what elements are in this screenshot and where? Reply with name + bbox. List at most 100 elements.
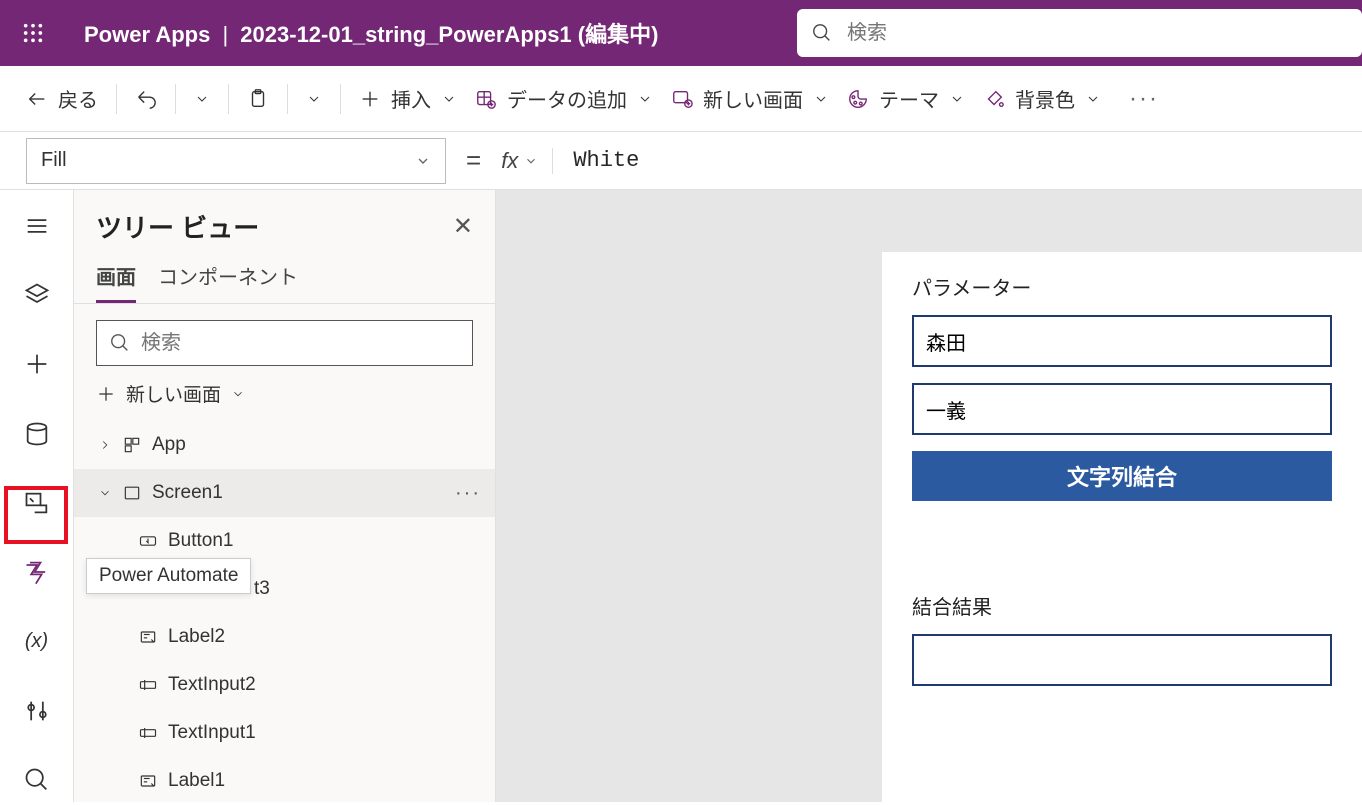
label-icon	[138, 627, 158, 647]
more-button[interactable]: ···	[1129, 85, 1159, 113]
divider	[116, 84, 117, 114]
tree-new-screen[interactable]: 新しい画面	[74, 366, 495, 421]
tree-item-label1[interactable]: Label1	[74, 757, 495, 805]
equals-label: =	[466, 145, 481, 176]
tree-item-label: Screen1	[152, 482, 223, 504]
concat-button[interactable]: 文字列結合	[912, 451, 1332, 501]
rail-hamburger[interactable]	[13, 204, 61, 247]
waffle-button[interactable]	[0, 0, 66, 66]
rail-power-automate[interactable]	[13, 551, 61, 594]
add-data-button[interactable]: データの追加	[475, 84, 653, 113]
bucket-icon	[983, 88, 1005, 110]
chevron-down-icon	[415, 153, 431, 169]
chevron-down-icon	[441, 91, 457, 107]
tree-item-screen1[interactable]: Screen1 ···	[74, 469, 495, 517]
search-icon	[23, 766, 51, 794]
divider	[287, 84, 288, 114]
sliders-icon	[23, 697, 51, 725]
theme-button[interactable]: テーマ	[847, 84, 965, 113]
title-separator: |	[222, 22, 228, 47]
canvas[interactable]: パラメーター 文字列結合 結合結果	[496, 190, 1362, 802]
divider	[228, 84, 229, 114]
textinput-icon	[138, 675, 158, 695]
flow-icon	[23, 558, 51, 586]
new-screen-label: 新しい画面	[126, 380, 221, 407]
bg-color-button[interactable]: 背景色	[983, 84, 1101, 113]
undo-dropdown[interactable]	[194, 91, 210, 107]
divider	[340, 84, 341, 114]
chevron-down-icon	[813, 91, 829, 107]
global-search[interactable]	[797, 9, 1362, 57]
property-value: Fill	[41, 149, 67, 172]
rail-settings[interactable]	[13, 689, 61, 732]
tab-components[interactable]: コンポーネント	[158, 261, 298, 303]
app-title: Power Apps | 2023-12-01_string_PowerApps…	[84, 17, 658, 49]
tree-item-textinput1[interactable]: TextInput1	[74, 709, 495, 757]
undo-icon	[135, 88, 157, 110]
property-select[interactable]: Fill	[26, 138, 446, 184]
back-button[interactable]: 戻る	[26, 84, 98, 113]
param-input-1[interactable]	[912, 315, 1332, 367]
formula-input[interactable]	[573, 148, 1336, 173]
variable-icon: (x)	[25, 630, 48, 653]
bg-color-label: 背景色	[1015, 84, 1075, 113]
form-card: パラメーター 文字列結合 結合結果	[882, 252, 1362, 802]
search-icon	[811, 22, 833, 44]
waffle-icon	[22, 22, 44, 44]
label-icon	[138, 771, 158, 791]
chevron-down-icon	[306, 91, 322, 107]
paste-button[interactable]	[247, 88, 269, 110]
tree-search[interactable]	[96, 320, 473, 366]
tab-screens[interactable]: 画面	[96, 261, 136, 303]
chevron-down-icon	[231, 387, 245, 401]
search-icon	[109, 332, 131, 354]
tree-title: ツリー ビュー	[96, 208, 259, 245]
palette-icon	[847, 88, 869, 110]
plus-icon	[359, 88, 381, 110]
paste-dropdown[interactable]	[306, 91, 322, 107]
tree-item-label: Label2	[168, 626, 225, 648]
table-plus-icon	[475, 88, 497, 110]
tree-item-label2[interactable]: Label2	[74, 613, 495, 661]
plus-icon	[23, 350, 51, 378]
tree-item-app[interactable]: App	[74, 421, 495, 469]
param-input-2[interactable]	[912, 383, 1332, 435]
tree-view-panel: ツリー ビュー ✕ 画面 コンポーネント 新しい画面 App Scre	[74, 190, 496, 802]
tree-item-label: Button1	[168, 530, 234, 552]
rail-insert[interactable]	[13, 343, 61, 386]
theme-label: テーマ	[879, 84, 939, 113]
rail-search[interactable]	[13, 759, 61, 802]
rail-highlight	[4, 486, 68, 544]
tree-item-label: TextInput2	[168, 674, 256, 696]
rail-data[interactable]	[13, 412, 61, 455]
hamburger-icon	[23, 212, 51, 240]
insert-button[interactable]: 挿入	[359, 84, 457, 113]
rail-variables[interactable]: (x)	[13, 620, 61, 663]
fx-button[interactable]: fx	[501, 148, 553, 174]
left-rail: (x)	[0, 190, 74, 802]
screen-plus-icon	[671, 88, 693, 110]
new-screen-button[interactable]: 新しい画面	[671, 84, 829, 113]
tree-item-label: App	[152, 434, 186, 456]
chevron-right-icon	[98, 438, 112, 452]
app-name: Power Apps	[84, 22, 210, 47]
undo-button[interactable]	[135, 88, 157, 110]
plus-icon	[96, 384, 116, 404]
button-icon	[138, 531, 158, 551]
tree-item-label: Label1	[168, 770, 225, 792]
divider	[175, 84, 176, 114]
tree-list: App Screen1 ··· Button1 t3 Label2 Tex	[74, 421, 495, 805]
result-output	[912, 634, 1332, 686]
clipboard-icon	[247, 88, 269, 110]
power-automate-tooltip: Power Automate	[86, 558, 251, 594]
new-screen-label: 新しい画面	[703, 84, 803, 113]
tree-item-textinput2[interactable]: TextInput2	[74, 661, 495, 709]
tree-header: ツリー ビュー ✕	[74, 190, 495, 245]
add-data-label: データの追加	[507, 84, 627, 113]
close-button[interactable]: ✕	[453, 212, 473, 241]
tree-search-input[interactable]	[141, 332, 460, 355]
more-icon[interactable]: ···	[455, 482, 481, 505]
chevron-down-icon	[98, 486, 112, 500]
rail-tree-view[interactable]	[13, 273, 61, 316]
global-search-input[interactable]	[847, 22, 1348, 45]
